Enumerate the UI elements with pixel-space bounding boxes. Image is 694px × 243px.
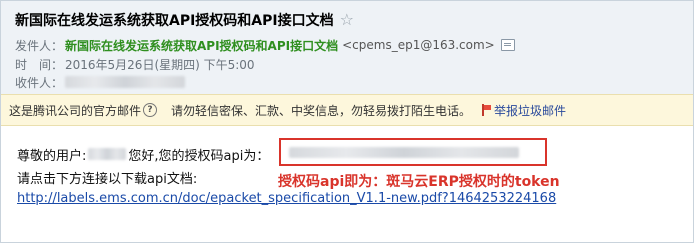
email-subject: 新国际在线发运系统获取API授权码和API接口文档 xyxy=(15,13,334,29)
official-notice-bar: 这是腾讯公司的官方邮件 ? 请勿轻信密保、汇款、中奖信息，勿轻易拨打陌生电话。 … xyxy=(1,94,693,126)
greeting-prefix: 尊敬的用户: xyxy=(17,148,87,164)
time-label: 时 间： xyxy=(15,57,64,72)
subject-row: 新国际在线发运系统获取API授权码和API接口文档 ☆ xyxy=(15,9,354,31)
token-redacted xyxy=(289,146,519,158)
warning-text: 请勿轻信密保、汇款、中奖信息，勿轻易拨打陌生电话。 xyxy=(171,103,472,118)
help-icon[interactable]: ? xyxy=(143,103,158,117)
time-row: 时 间： 2016年5月26日(星期四) 下午5:00 xyxy=(15,54,255,74)
flag-icon xyxy=(481,104,492,116)
instruction-text: 请点击下方连接以下载api文档: xyxy=(17,171,198,187)
recipient-row: 收件人： xyxy=(15,72,185,92)
email-header: 新国际在线发运系统获取API授权码和API接口文档 ☆ 发件人： 新国际在线发运… xyxy=(1,1,693,94)
doc-download-link[interactable]: http://labels.ems.com.cn/doc/epacket_spe… xyxy=(17,191,556,206)
token-annotation: 授权码api即为：斑马云ERP授权时的token xyxy=(278,174,560,190)
recipient-label: 收件人： xyxy=(15,75,64,90)
report-spam-link[interactable]: 举报垃圾邮件 xyxy=(481,102,566,119)
username-redacted xyxy=(88,148,127,160)
instruction-line: 请点击下方连接以下载api文档: xyxy=(17,167,197,187)
report-spam-label: 举报垃圾邮件 xyxy=(494,103,567,118)
token-highlight-box xyxy=(279,138,547,166)
sender-label: 发件人： xyxy=(15,38,64,53)
sender-address[interactable]: <cpems_ep1@163.com> xyxy=(342,38,495,52)
official-notice-text: 这是腾讯公司的官方邮件 xyxy=(9,103,142,118)
sender-row: 发件人： 新国际在线发运系统获取API授权码和API接口文档 <cpems_ep… xyxy=(15,35,515,55)
greeting-line: 尊敬的用户: 您好,您的授权码api为： xyxy=(17,144,269,164)
greeting-suffix: 您好,您的授权码api为： xyxy=(128,148,270,164)
email-view: 新国际在线发运系统获取API授权码和API接口文档 ☆ 发件人： 新国际在线发运… xyxy=(0,0,694,243)
star-icon[interactable]: ☆ xyxy=(340,12,354,28)
sender-name[interactable]: 新国际在线发运系统获取API授权码和API接口文档 xyxy=(65,37,338,54)
contact-card-icon[interactable] xyxy=(500,39,515,51)
recipient-redacted xyxy=(65,76,185,88)
time-value: 2016年5月26日(星期四) 下午5:00 xyxy=(65,57,255,72)
